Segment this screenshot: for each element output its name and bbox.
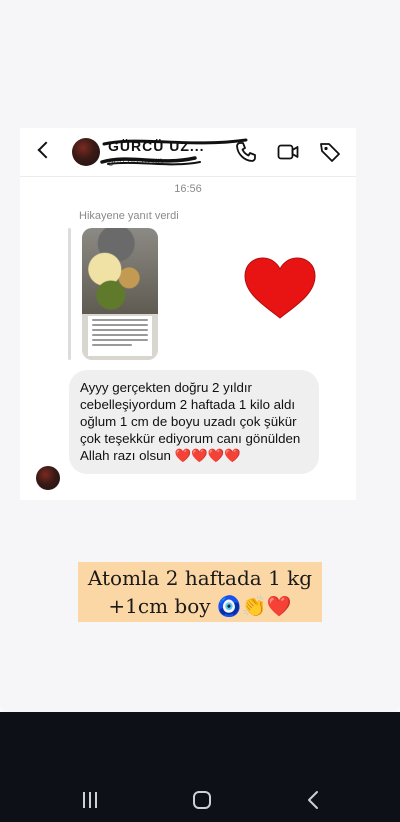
story-thumbnail[interactable] [82, 228, 158, 360]
redaction-scribble [100, 138, 248, 166]
chevron-left-icon[interactable] [37, 141, 55, 159]
home-icon[interactable] [188, 786, 216, 814]
sender-avatar[interactable] [36, 466, 60, 490]
caption-line-2: +1cm boy 🧿👏❤️ [108, 594, 292, 618]
story-card: GÜRCÜ UZ... gurcuu.uzun 16:56 Hikayene y… [0, 0, 400, 712]
story-caption: Atomla 2 haftada 1 kg +1cm boy 🧿👏❤️ [78, 562, 322, 622]
story-reply-caption: Hikayene yanıt verdi [79, 210, 179, 222]
message-bubble[interactable]: Ayyy gerçekten doğru 2 yıldır cebelleşiy… [69, 370, 319, 474]
avatar[interactable] [72, 138, 100, 166]
food-photo [82, 228, 158, 314]
back-icon[interactable] [300, 786, 328, 814]
phone-icon[interactable] [234, 140, 258, 164]
heart-sticker [244, 257, 316, 319]
video-camera-icon[interactable] [276, 140, 300, 164]
reply-indicator-bar [68, 228, 71, 360]
recent-apps-icon[interactable] [76, 786, 104, 814]
dm-header: GÜRCÜ UZ... gurcuu.uzun [20, 128, 356, 177]
story-thumbnail-text [88, 316, 152, 356]
message-timestamp: 16:56 [174, 183, 202, 195]
caption-line-1: Atomla 2 haftada 1 kg [87, 566, 313, 590]
tag-icon[interactable] [318, 140, 342, 164]
